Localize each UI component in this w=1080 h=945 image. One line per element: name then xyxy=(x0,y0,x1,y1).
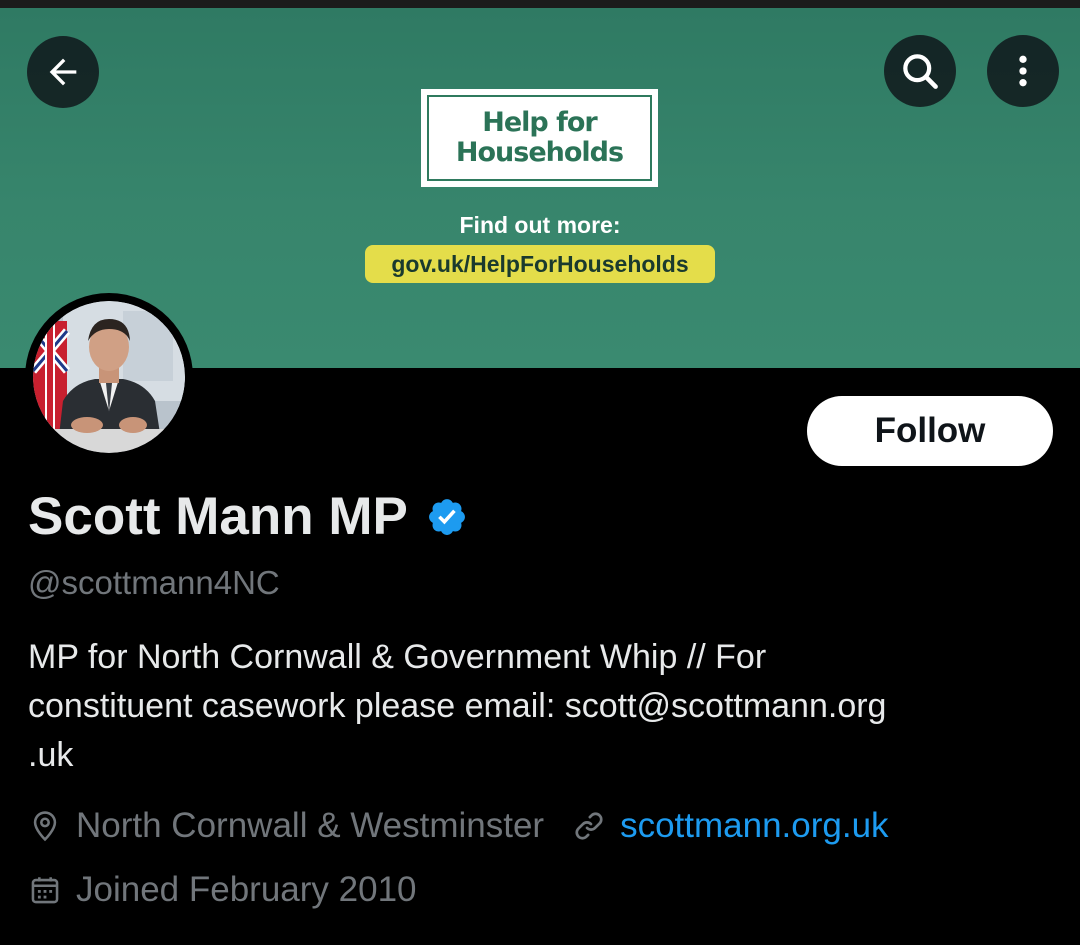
location-pin-icon xyxy=(33,811,57,842)
joined-date-text: Joined February 2010 xyxy=(76,870,417,909)
display-name: Scott Mann MP xyxy=(28,486,468,547)
find-out-more-text: Find out more: xyxy=(459,212,621,238)
arrow-left-icon xyxy=(49,58,77,86)
search-icon xyxy=(903,54,938,89)
help-for-households-logo: Help for Households xyxy=(421,89,658,187)
profile-meta-location-website: North Cornwall & Westminster scottmann.o… xyxy=(28,806,889,846)
link-icon xyxy=(575,812,603,840)
profile-meta-joined: Joined February 2010 xyxy=(28,870,417,910)
follow-button[interactable]: Follow xyxy=(807,396,1053,466)
banner-link-text: gov.uk/HelpForHouseholds xyxy=(365,245,715,283)
website-link[interactable]: scottmann.org.uk xyxy=(620,806,888,846)
more-vertical-icon xyxy=(1019,55,1027,87)
more-options-button[interactable] xyxy=(987,35,1059,107)
back-button[interactable] xyxy=(27,36,99,108)
search-button[interactable] xyxy=(884,35,956,107)
location-text: North Cornwall & Westminster xyxy=(76,806,545,845)
avatar[interactable] xyxy=(25,293,193,461)
calendar-icon xyxy=(31,877,59,904)
logo-text: Help for Households xyxy=(455,107,624,168)
user-handle: @scottmann4NC xyxy=(28,564,280,601)
profile-bio: MP for North Cornwall & Government Whip … xyxy=(28,638,887,774)
display-name-text: Scott Mann MP xyxy=(28,487,408,546)
status-strip xyxy=(0,0,1080,8)
website-link-group[interactable]: scottmann.org.uk xyxy=(572,806,889,846)
verified-badge-icon xyxy=(428,498,465,535)
avatar-photo xyxy=(33,301,185,453)
